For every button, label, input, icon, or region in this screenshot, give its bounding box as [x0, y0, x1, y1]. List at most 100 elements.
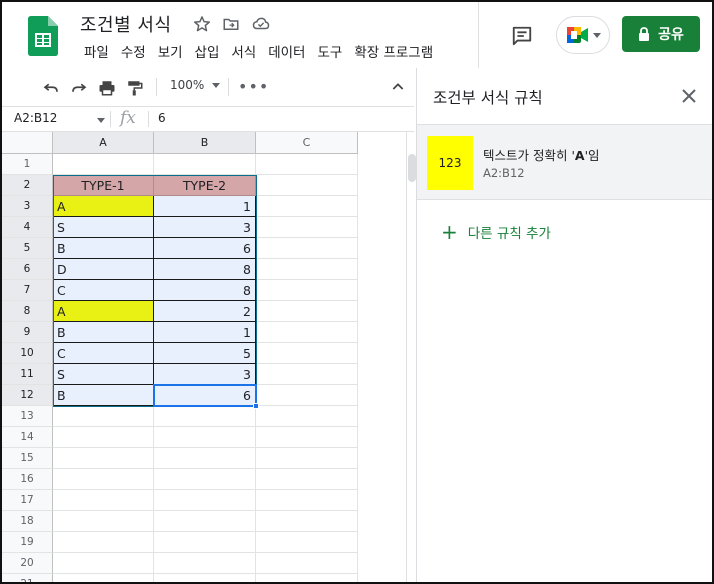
empty-cell[interactable] — [256, 427, 358, 448]
row-header-14[interactable]: 14 — [2, 427, 53, 448]
menu-extensions[interactable]: 확장 프로그램 — [348, 42, 439, 64]
format-rule-card[interactable]: 123 텍스트가 정확히 'A'임 A2:B12 — [417, 124, 712, 200]
empty-cell[interactable] — [256, 469, 358, 490]
empty-cell[interactable] — [154, 532, 256, 553]
document-title[interactable]: 조건별 서식 — [80, 11, 172, 37]
empty-cell[interactable] — [256, 196, 358, 217]
meet-button[interactable] — [556, 16, 610, 54]
empty-cell[interactable] — [256, 301, 358, 322]
data-cell-type1[interactable]: C — [53, 343, 154, 364]
column-header-b[interactable]: B — [154, 132, 256, 154]
empty-cell[interactable] — [53, 154, 154, 175]
empty-cell[interactable] — [154, 490, 256, 511]
zoom-chevron-icon[interactable] — [212, 83, 220, 88]
empty-cell[interactable] — [256, 406, 358, 427]
menu-view[interactable]: 보기 — [152, 42, 189, 64]
menu-tools[interactable]: 도구 — [311, 42, 348, 64]
data-cell-type1[interactable]: A — [53, 301, 154, 322]
cloud-saved-icon[interactable] — [250, 13, 272, 35]
comment-history-icon[interactable] — [506, 20, 538, 52]
name-box[interactable]: A2:B12 — [14, 111, 57, 125]
data-cell-type2[interactable]: 3 — [154, 364, 256, 385]
empty-cell[interactable] — [53, 553, 154, 574]
menu-edit[interactable]: 수정 — [115, 42, 152, 64]
row-header-7[interactable]: 7 — [2, 280, 53, 301]
chevron-up-icon[interactable] — [388, 77, 408, 97]
data-cell-type1[interactable]: A — [53, 196, 154, 217]
sheets-logo-icon[interactable] — [28, 16, 58, 56]
print-icon[interactable] — [96, 77, 118, 99]
menu-file[interactable]: 파일 — [78, 42, 115, 64]
empty-cell[interactable] — [154, 154, 256, 175]
share-button[interactable]: 공유 — [622, 16, 700, 52]
row-header-9[interactable]: 9 — [2, 322, 53, 343]
row-header-18[interactable]: 18 — [2, 511, 53, 532]
empty-cell[interactable] — [53, 427, 154, 448]
empty-cell[interactable] — [256, 175, 358, 196]
row-header-21[interactable]: 21 — [2, 574, 53, 582]
empty-cell[interactable] — [154, 574, 256, 582]
column-header-c[interactable]: C — [256, 132, 358, 154]
scrollbar-thumb[interactable] — [408, 154, 416, 182]
data-cell-type2[interactable]: 6 — [154, 238, 256, 259]
zoom-select[interactable]: 100% — [170, 78, 204, 92]
add-rule-button[interactable]: + 다른 규칙 추가 — [441, 222, 551, 242]
row-header-19[interactable]: 19 — [2, 532, 53, 553]
row-header-17[interactable]: 17 — [2, 490, 53, 511]
vertical-scrollbar[interactable] — [406, 132, 416, 582]
spreadsheet-grid[interactable]: A B C 1 2 3 4 5 6 7 8 9 10 11 12 13 14 15 16 17 18 19 20 21 TYPE… — [2, 132, 406, 582]
empty-cell[interactable] — [53, 574, 154, 582]
empty-cell[interactable] — [256, 154, 358, 175]
menu-insert[interactable]: 삽입 — [189, 42, 226, 64]
empty-cell[interactable] — [256, 280, 358, 301]
data-cell-type2[interactable]: 8 — [154, 280, 256, 301]
row-header-6[interactable]: 6 — [2, 259, 53, 280]
table-header-cell[interactable]: TYPE-2 — [154, 175, 256, 196]
menu-data[interactable]: 데이터 — [262, 42, 311, 64]
empty-cell[interactable] — [154, 511, 256, 532]
star-icon[interactable] — [191, 13, 213, 35]
empty-cell[interactable] — [154, 469, 256, 490]
data-cell-type2[interactable]: 6 — [154, 385, 256, 406]
empty-cell[interactable] — [53, 406, 154, 427]
redo-icon[interactable] — [68, 77, 90, 99]
data-cell-type1[interactable]: C — [53, 280, 154, 301]
empty-cell[interactable] — [256, 364, 358, 385]
data-cell-type2[interactable]: 5 — [154, 343, 256, 364]
move-folder-icon[interactable] — [220, 13, 242, 35]
data-cell-type2[interactable]: 1 — [154, 196, 256, 217]
undo-icon[interactable] — [40, 77, 62, 99]
empty-cell[interactable] — [256, 553, 358, 574]
row-header-5[interactable]: 5 — [2, 238, 53, 259]
row-header-2[interactable]: 2 — [2, 175, 53, 196]
row-header-1[interactable]: 1 — [2, 154, 53, 175]
row-header-20[interactable]: 20 — [2, 553, 53, 574]
data-cell-type1[interactable]: S — [53, 217, 154, 238]
data-cell-type2[interactable]: 3 — [154, 217, 256, 238]
empty-cell[interactable] — [256, 217, 358, 238]
empty-cell[interactable] — [154, 427, 256, 448]
more-options-button[interactable]: ••• — [238, 77, 269, 96]
table-header-cell[interactable]: TYPE-1 — [53, 175, 154, 196]
row-header-11[interactable]: 11 — [2, 364, 53, 385]
empty-cell[interactable] — [256, 532, 358, 553]
empty-cell[interactable] — [256, 490, 358, 511]
close-icon[interactable] — [679, 86, 699, 106]
empty-cell[interactable] — [256, 574, 358, 582]
empty-cell[interactable] — [53, 490, 154, 511]
data-cell-type1[interactable]: S — [53, 364, 154, 385]
data-cell-type1[interactable]: B — [53, 238, 154, 259]
empty-cell[interactable] — [154, 406, 256, 427]
row-header-4[interactable]: 4 — [2, 217, 53, 238]
empty-cell[interactable] — [256, 448, 358, 469]
empty-cell[interactable] — [53, 511, 154, 532]
name-box-chevron-icon[interactable] — [97, 118, 105, 123]
column-header-a[interactable]: A — [53, 132, 154, 154]
empty-cell[interactable] — [154, 553, 256, 574]
paint-format-icon[interactable] — [124, 77, 146, 99]
empty-cell[interactable] — [256, 343, 358, 364]
empty-cell[interactable] — [256, 259, 358, 280]
empty-cell[interactable] — [53, 532, 154, 553]
empty-cell[interactable] — [256, 511, 358, 532]
data-cell-type2[interactable]: 1 — [154, 322, 256, 343]
